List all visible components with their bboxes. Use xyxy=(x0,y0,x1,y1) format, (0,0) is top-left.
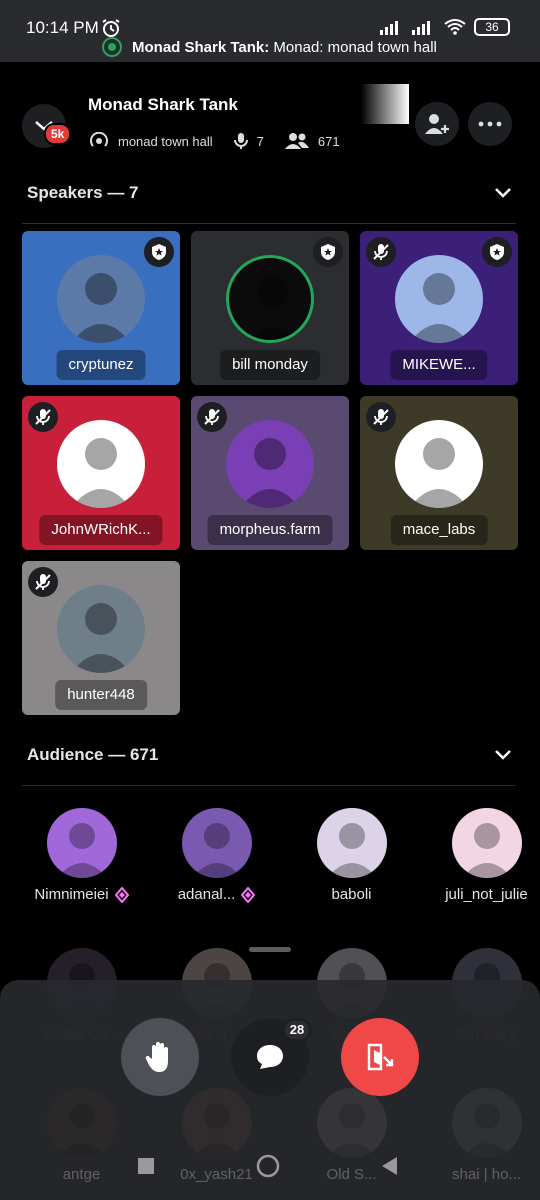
avatar xyxy=(226,255,314,343)
audience-member[interactable]: juli_not_julie xyxy=(419,808,540,903)
more-options-button[interactable] xyxy=(468,102,512,146)
mention-badge: 5k xyxy=(44,123,72,145)
microphone-icon xyxy=(233,133,248,149)
stage-banner-thumbnail xyxy=(361,84,409,124)
people-icon xyxy=(284,133,309,149)
moderator-shield-icon xyxy=(313,237,343,267)
audience-name-row: juli_not_julie xyxy=(419,886,540,903)
muted-mic-icon xyxy=(28,402,58,432)
speaker-name: mace_labs xyxy=(390,515,488,545)
leave-icon xyxy=(367,1043,394,1071)
status-time: 10:14 PM xyxy=(26,18,99,37)
speaker-name: MIKEWE... xyxy=(390,350,488,380)
battery-icon: 36 xyxy=(474,18,510,36)
back-icon[interactable] xyxy=(380,1156,400,1176)
moderator-shield-icon xyxy=(144,237,174,267)
speaker-name: morpheus.farm xyxy=(207,515,333,545)
invite-button[interactable] xyxy=(415,102,459,146)
audience-name-row: adanal... xyxy=(149,886,284,903)
speaker-tile[interactable]: morpheus.farm xyxy=(191,396,349,550)
signal-icon xyxy=(412,21,430,35)
more-icon xyxy=(478,121,502,127)
audience-section-label: Audience — 671 xyxy=(27,745,159,764)
alarm-icon xyxy=(102,19,120,37)
avatar xyxy=(57,420,145,508)
audience-member[interactable]: Nimnimeiei xyxy=(14,808,149,903)
notification-server: Monad Shark Tank: xyxy=(132,38,270,56)
avatar xyxy=(226,420,314,508)
avatar xyxy=(316,808,387,878)
raise-hand-button[interactable] xyxy=(121,1018,199,1096)
nitro-boost-icon xyxy=(114,886,129,903)
audience-name: adanal... xyxy=(177,886,236,903)
audience-name: Nimnimeiei xyxy=(34,886,109,903)
chat-bubble-icon xyxy=(257,1045,283,1069)
muted-mic-icon xyxy=(366,237,396,267)
speaker-name: bill monday xyxy=(220,350,320,380)
avatar xyxy=(57,255,145,343)
avatar xyxy=(395,420,483,508)
audience-name-row: baboli xyxy=(284,886,419,903)
wifi-icon xyxy=(444,19,466,35)
stage-title: Monad Shark Tank xyxy=(88,95,238,114)
avatar xyxy=(395,255,483,343)
add-person-icon xyxy=(425,114,449,134)
system-nav-bar xyxy=(0,1140,540,1200)
speaker-tile[interactable]: JohnWRichK... xyxy=(22,396,180,550)
avatar xyxy=(57,585,145,673)
audience-section-header[interactable]: Audience — 671 xyxy=(27,742,513,768)
speaker-name: cryptunez xyxy=(56,350,146,380)
chevron-down-icon xyxy=(495,750,511,760)
speaker-name: JohnWRichK... xyxy=(39,515,163,545)
chat-count-badge: 28 xyxy=(282,1018,312,1042)
avatar xyxy=(46,808,117,878)
signal-icon xyxy=(380,21,398,35)
speaker-tile[interactable]: cryptunez xyxy=(22,231,180,385)
muted-mic-icon xyxy=(197,402,227,432)
home-icon[interactable] xyxy=(256,1154,280,1178)
speaker-count: 7 xyxy=(256,133,264,149)
divider xyxy=(22,223,516,224)
leave-stage-button[interactable] xyxy=(341,1018,419,1096)
stage-meta: monad town hall 7 671 xyxy=(88,132,340,150)
avatar xyxy=(181,808,252,878)
speaker-tile[interactable]: MIKEWE... xyxy=(360,231,518,385)
speakers-section-header[interactable]: Speakers — 7 xyxy=(27,180,513,206)
stage-topic: monad town hall xyxy=(118,133,213,149)
muted-mic-icon xyxy=(366,402,396,432)
nitro-boost-icon xyxy=(241,886,256,903)
stage-icon xyxy=(90,132,108,147)
speaker-tile[interactable]: mace_labs xyxy=(360,396,518,550)
audience-name: baboli xyxy=(331,886,372,903)
audience-member[interactable]: baboli xyxy=(284,808,419,903)
live-indicator-icon xyxy=(102,37,122,57)
stage-header: 5k Monad Shark Tank monad town hall 7 67… xyxy=(0,62,540,180)
divider xyxy=(22,785,516,786)
chevron-down-icon xyxy=(495,188,511,198)
audience-member[interactable]: adanal... xyxy=(149,808,284,903)
hand-icon xyxy=(145,1042,168,1072)
listener-count: 671 xyxy=(317,133,340,149)
audience-name-row: Nimnimeiei xyxy=(14,886,149,903)
speakers-section-label: Speakers — 7 xyxy=(27,183,139,202)
status-bar: 10:14 PM 36 Monad Shark Tank: Monad: mon… xyxy=(0,0,540,62)
moderator-shield-icon xyxy=(482,237,512,267)
ongoing-stage-notification[interactable]: Monad Shark Tank: Monad: monad town hall xyxy=(102,37,437,57)
notification-text: Monad: monad town hall xyxy=(273,38,437,56)
sheet-drag-handle[interactable] xyxy=(249,947,291,952)
muted-mic-icon xyxy=(28,567,58,597)
avatar xyxy=(451,808,522,878)
speaker-tile[interactable]: bill monday xyxy=(191,231,349,385)
speaker-name: hunter448 xyxy=(55,680,147,710)
recents-icon[interactable] xyxy=(137,1157,155,1175)
audience-name: juli_not_julie xyxy=(445,886,528,903)
speaker-tile[interactable]: hunter448 xyxy=(22,561,180,715)
